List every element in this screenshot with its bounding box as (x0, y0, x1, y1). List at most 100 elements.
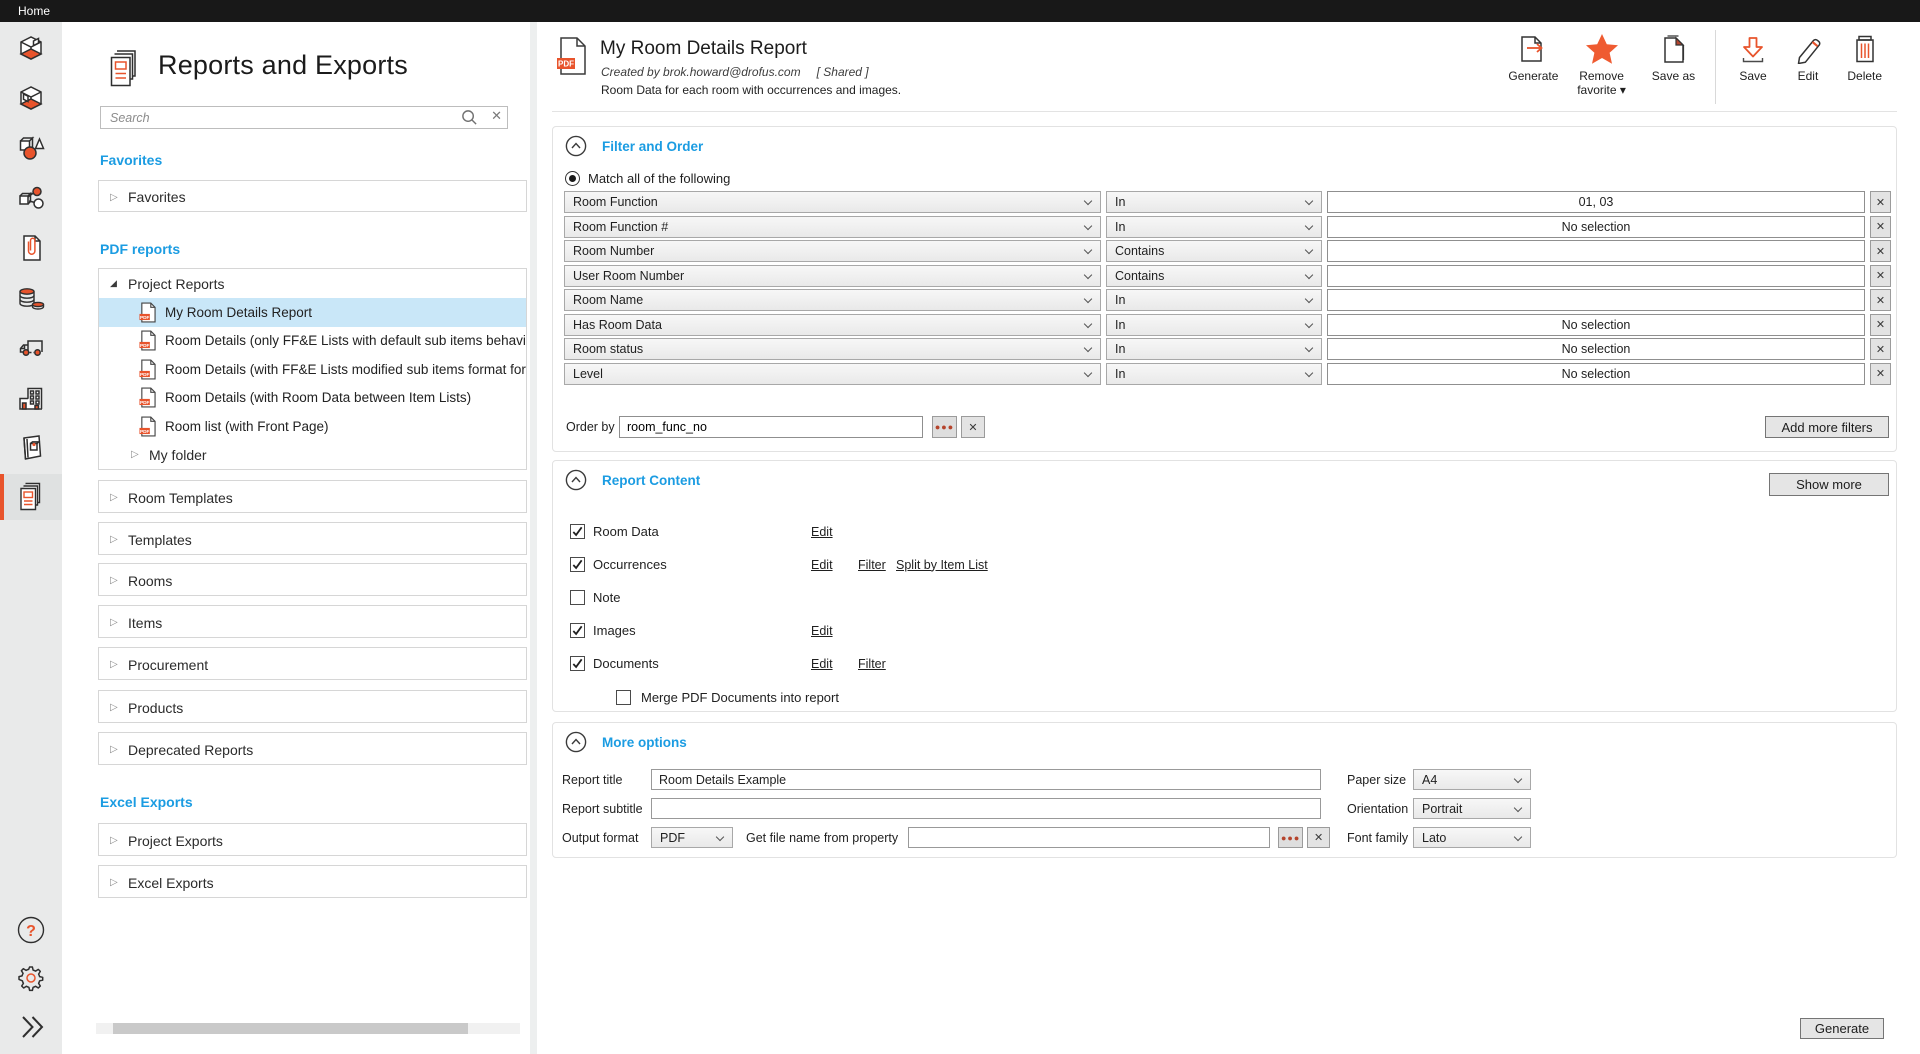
search-input[interactable] (100, 106, 508, 129)
filter-link[interactable]: Filter (858, 558, 886, 572)
edit-link[interactable]: Edit (811, 657, 833, 671)
match-all-radio[interactable] (565, 171, 580, 186)
filter-operator-select[interactable]: Contains (1106, 265, 1322, 287)
remove-filter-button[interactable]: ✕ (1870, 191, 1891, 213)
filter-operator-select[interactable]: In (1106, 289, 1322, 311)
filename-browse-button[interactable]: ●●● (1278, 827, 1303, 848)
rail-expand-button[interactable] (0, 1005, 62, 1049)
footer-generate-button[interactable]: Generate (1800, 1018, 1884, 1039)
search-clear-icon[interactable]: ✕ (491, 108, 502, 124)
add-more-filters-button[interactable]: Add more filters (1765, 416, 1889, 438)
filename-clear-button[interactable]: ✕ (1307, 827, 1330, 848)
rail-rooms-icon[interactable] (0, 25, 62, 71)
rail-help-button[interactable]: ? (0, 908, 62, 952)
filter-field-select[interactable]: Room Function (564, 191, 1101, 213)
filter-field-select[interactable]: Room Function # (564, 216, 1101, 238)
tree-group-my-folder[interactable]: ▷ My folder (99, 441, 526, 470)
remove-filter-button[interactable]: ✕ (1870, 216, 1891, 238)
paper-size-select[interactable]: A4 (1413, 769, 1531, 790)
filter-field-select[interactable]: Room status (564, 338, 1101, 360)
edit-link[interactable]: Edit (811, 558, 833, 572)
edit-link[interactable]: Edit (811, 525, 833, 539)
font-family-select[interactable]: Lato (1413, 827, 1531, 848)
tree-group-templates[interactable]: ▷ Templates (99, 523, 526, 555)
filter-operator-select[interactable]: In (1106, 191, 1322, 213)
tree-report-my-room-details[interactable]: PDF My Room Details Report (99, 298, 526, 327)
remove-filter-button[interactable]: ✕ (1870, 363, 1891, 385)
tree-group-project-reports[interactable]: ◢ Project Reports (99, 269, 526, 298)
collapse-section-button[interactable] (565, 469, 587, 491)
rail-items-icon[interactable] (0, 125, 62, 171)
edit-button[interactable]: Edit (1781, 30, 1836, 83)
filter-value-field[interactable] (1327, 240, 1865, 262)
filter-operator-select[interactable]: In (1106, 216, 1322, 238)
filter-value-field[interactable]: No selection (1327, 216, 1865, 238)
merge-pdf-checkbox[interactable] (616, 690, 631, 705)
filename-property-input[interactable] (908, 827, 1270, 848)
collapse-section-button[interactable] (565, 731, 587, 753)
report-subtitle-input[interactable] (651, 798, 1321, 819)
filter-operator-select[interactable]: In (1106, 363, 1322, 385)
rail-documents-icon[interactable] (0, 225, 62, 271)
output-format-select[interactable]: PDF (651, 827, 733, 848)
rail-products-icon[interactable] (0, 175, 62, 221)
tree-group-items[interactable]: ▷ Items (99, 606, 526, 638)
filter-field-select[interactable]: Room Name (564, 289, 1101, 311)
rail-settings-button[interactable] (0, 956, 62, 1000)
rail-room-templates-icon[interactable] (0, 75, 62, 121)
remove-filter-button[interactable]: ✕ (1870, 265, 1891, 287)
save-as-button[interactable]: Save as (1642, 30, 1704, 83)
home-tab[interactable]: Home (0, 0, 68, 22)
rail-reports-icon[interactable] (0, 474, 62, 520)
filter-operator-select[interactable]: In (1106, 314, 1322, 336)
tree-report-room-details-room-data[interactable]: PDF Room Details (with Room Data between… (99, 384, 526, 413)
tree-report-room-details-ffe-bim[interactable]: PDF Room Details (with FF&E Lists modifi… (99, 355, 526, 384)
filter-field-select[interactable]: User Room Number (564, 265, 1101, 287)
tree-group-favorites[interactable]: ▷ Favorites (99, 181, 526, 212)
filter-field-select[interactable]: Has Room Data (564, 314, 1101, 336)
rail-catalog-icon[interactable] (0, 425, 62, 471)
filter-value-field[interactable]: 01, 03 (1327, 191, 1865, 213)
order-by-input[interactable] (619, 416, 923, 438)
remove-favorite-button[interactable]: Remove favorite ▾ (1561, 30, 1642, 97)
edit-link[interactable]: Edit (811, 624, 833, 638)
remove-filter-button[interactable]: ✕ (1870, 338, 1891, 360)
remove-filter-button[interactable]: ✕ (1870, 289, 1891, 311)
occurrences-checkbox[interactable] (570, 557, 585, 572)
tree-group-procurement[interactable]: ▷ Procurement (99, 648, 526, 680)
remove-filter-button[interactable]: ✕ (1870, 314, 1891, 336)
tree-report-room-list-front-page[interactable]: PDF Room list (with Front Page) (99, 412, 526, 441)
filter-link[interactable]: Filter (858, 657, 886, 671)
images-checkbox[interactable] (570, 623, 585, 638)
filter-operator-select[interactable]: Contains (1106, 240, 1322, 262)
rail-logistics-icon[interactable] (0, 326, 62, 372)
filter-operator-select[interactable]: In (1106, 338, 1322, 360)
tree-group-rooms[interactable]: ▷ Rooms (99, 564, 526, 596)
order-by-clear-button[interactable]: ✕ (961, 416, 985, 438)
filter-value-field[interactable]: No selection (1327, 338, 1865, 360)
note-checkbox[interactable] (570, 590, 585, 605)
remove-filter-button[interactable]: ✕ (1870, 240, 1891, 262)
rail-finance-icon[interactable] (0, 275, 62, 321)
collapse-section-button[interactable] (565, 135, 587, 157)
tree-group-deprecated-reports[interactable]: ▷ Deprecated Reports (99, 733, 526, 765)
order-by-browse-button[interactable]: ●●● (932, 416, 957, 438)
filter-field-select[interactable]: Level (564, 363, 1101, 385)
delete-button[interactable]: Delete (1835, 30, 1894, 83)
tree-report-room-details-ffe-default[interactable]: PDF Room Details (only FF&E Lists with d… (99, 327, 526, 356)
room-data-checkbox[interactable] (570, 524, 585, 539)
tree-group-products[interactable]: ▷ Products (99, 691, 526, 723)
split-by-item-list-link[interactable]: Split by Item List (896, 558, 988, 572)
filter-field-select[interactable]: Room Number (564, 240, 1101, 262)
tree-group-excel-exports[interactable]: ▷ Excel Exports (99, 866, 526, 898)
save-button[interactable]: Save (1726, 30, 1781, 83)
show-more-button[interactable]: Show more (1769, 473, 1889, 496)
scrollbar-thumb[interactable] (113, 1023, 468, 1034)
documents-checkbox[interactable] (570, 656, 585, 671)
filter-value-field[interactable]: No selection (1327, 314, 1865, 336)
rail-buildings-icon[interactable] (0, 376, 62, 422)
generate-button[interactable]: Generate (1506, 30, 1561, 83)
filter-value-field[interactable] (1327, 289, 1865, 311)
filter-value-field[interactable]: No selection (1327, 363, 1865, 385)
tree-group-project-exports[interactable]: ▷ Project Exports (99, 824, 526, 856)
